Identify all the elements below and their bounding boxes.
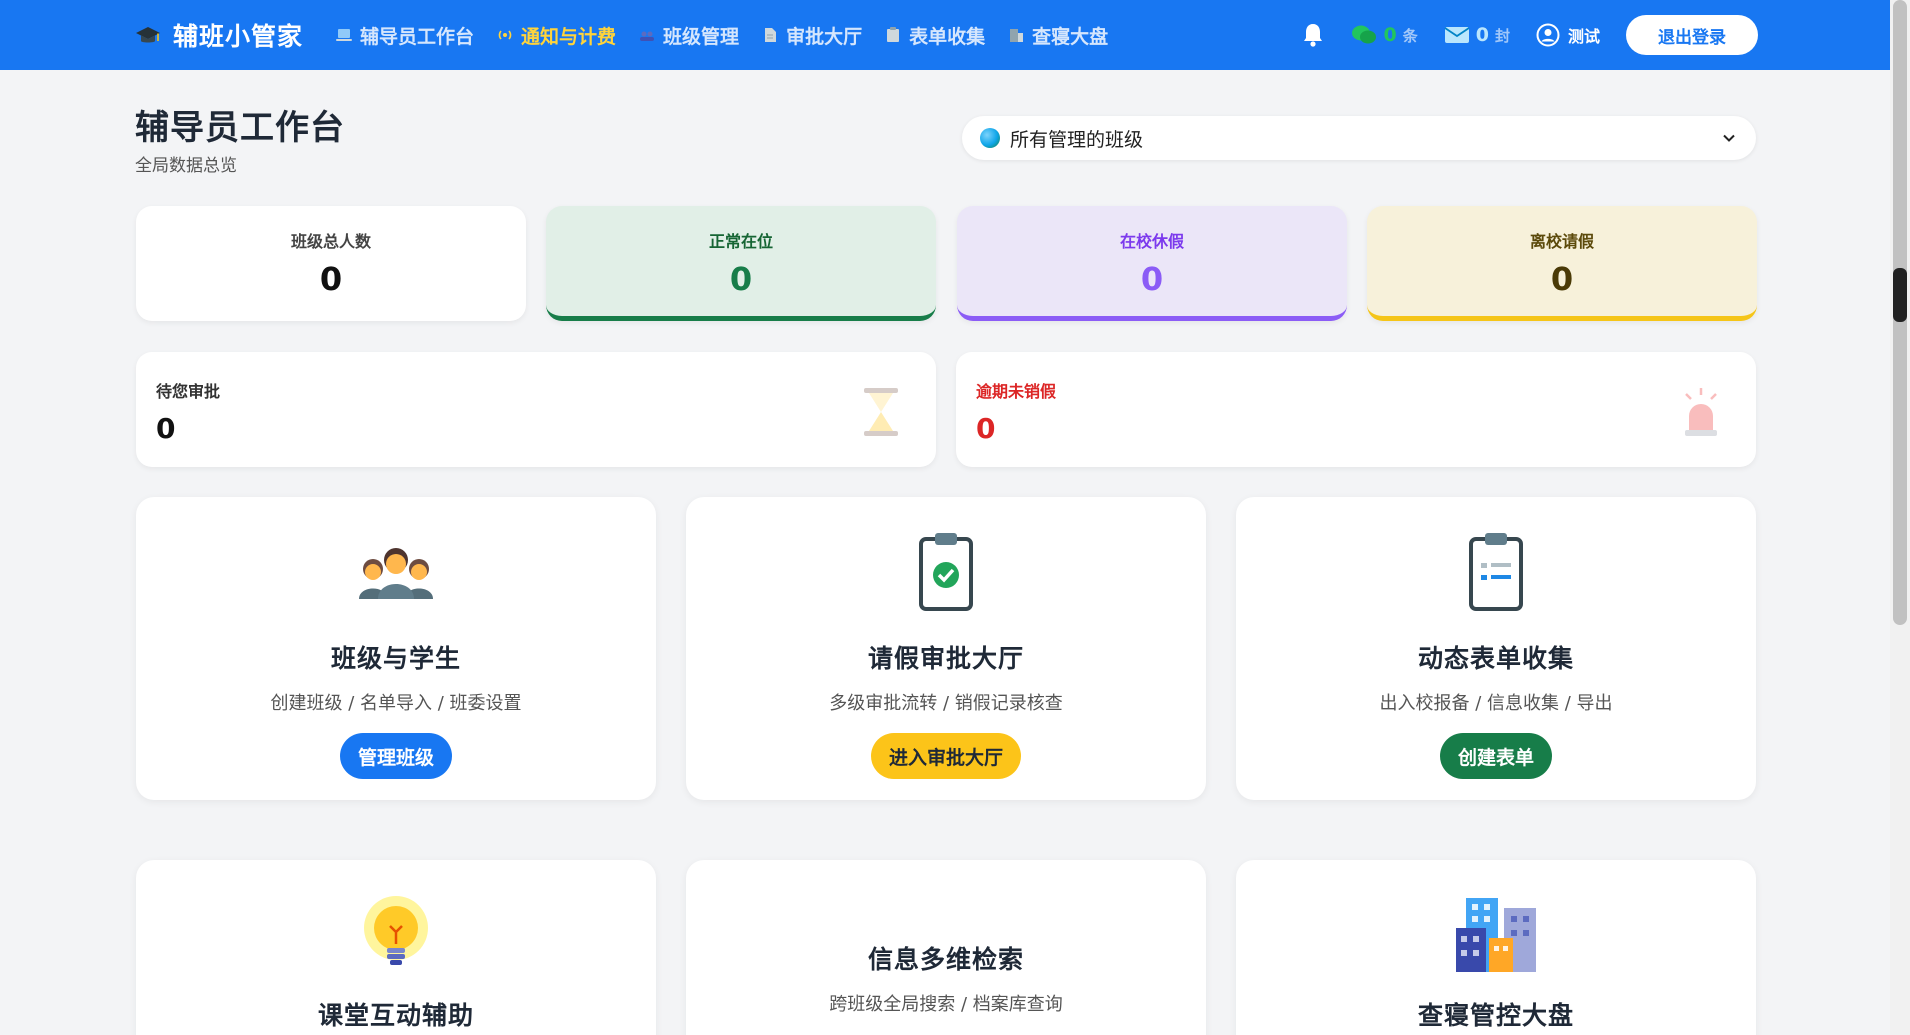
brand-name: 辅班小管家 <box>173 22 304 51</box>
overdue-leave-card[interactable]: 逾期未销假 0 <box>956 352 1756 467</box>
lightbulb-icon <box>364 896 428 965</box>
chevron-down-icon <box>1723 134 1735 142</box>
create-form-button[interactable]: 创建表单 <box>1439 733 1552 779</box>
module-classroom-interaction: 课堂互动辅助 <box>136 860 656 1035</box>
people-icon <box>640 31 655 41</box>
laptop-icon <box>336 29 353 41</box>
user-name: 测试 <box>1567 27 1600 46</box>
stat-card-school-leave: 在校休假 0 <box>957 206 1347 321</box>
mail-counter[interactable]: 0 封 <box>1444 24 1510 46</box>
mail-icon <box>1444 27 1470 43</box>
clipboard-check-icon <box>919 533 973 611</box>
nav-right: 0 条 0 封 测试 退出登录 <box>1301 0 1758 70</box>
hourglass-icon <box>864 388 898 436</box>
module-approval-hall: 请假审批大厅 多级审批流转 / 销假记录核查 进入审批大厅 <box>686 497 1206 800</box>
class-select-value: 所有管理的班级 <box>1010 128 1144 151</box>
nav-class-manage-label: 班级管理 <box>663 25 740 48</box>
module-desc: 创建班级 / 名单导入 / 班委设置 <box>270 693 522 714</box>
stat-card-away-leave: 离校请假 0 <box>1367 206 1757 321</box>
broadcast-icon <box>498 30 512 40</box>
stat-total-label: 班级总人数 <box>290 232 371 251</box>
building-icon <box>1010 29 1024 42</box>
nav-links: 辅导员工作台 通知与计费 班级管理 审批大厅 表单收集 查寝大盘 <box>335 22 1108 49</box>
stat-total-value: 0 <box>319 260 343 298</box>
stat-present-label: 正常在位 <box>708 232 773 251</box>
module-desc: 多级审批流转 / 销假记录核查 <box>829 693 1063 714</box>
wechat-count: 0 <box>1383 24 1397 46</box>
manage-class-button[interactable]: 管理班级 <box>339 733 452 779</box>
overdue-leave-value: 0 <box>976 412 996 445</box>
page-scrollbar[interactable] <box>1890 0 1910 1035</box>
brand[interactable]: 辅班小管家 <box>135 17 303 53</box>
nav-class-manage[interactable]: 班级管理 <box>638 22 739 49</box>
module-title: 查寝管控大盘 <box>1417 1001 1574 1030</box>
module-title: 请假审批大厅 <box>867 644 1024 673</box>
mail-count: 0 <box>1475 24 1489 46</box>
stat-card-total: 班级总人数 0 <box>136 206 526 321</box>
globe-icon <box>980 128 1000 148</box>
enter-approval-hall-button[interactable]: 进入审批大厅 <box>870 733 1021 779</box>
module-title: 课堂互动辅助 <box>317 1001 474 1030</box>
clipboard-icon <box>887 27 900 42</box>
wechat-unit: 条 <box>1402 26 1418 45</box>
top-navbar: 辅班小管家 辅导员工作台 通知与计费 班级管理 审批大厅 表单收集 查寝大盘 0… <box>0 0 1890 70</box>
pending-approval-label: 待您审批 <box>156 382 221 401</box>
module-form-collect: 动态表单收集 出入校报备 / 信息收集 / 导出 创建表单 <box>1236 497 1756 800</box>
people-group-icon <box>359 548 433 599</box>
nav-approval-hall-label: 审批大厅 <box>786 25 863 48</box>
nav-workbench[interactable]: 辅导员工作台 <box>335 22 474 49</box>
module-title: 班级与学生 <box>330 644 461 673</box>
nav-approval-hall[interactable]: 审批大厅 <box>761 22 862 49</box>
module-desc: 跨班级全局搜索 / 档案库查询 <box>829 994 1063 1015</box>
module-class-students: 班级与学生 创建班级 / 名单导入 / 班委设置 管理班级 <box>136 497 656 800</box>
logout-button[interactable]: 退出登录 <box>1626 15 1758 55</box>
wechat-counter[interactable]: 0 条 <box>1351 24 1418 46</box>
stat-present-value: 0 <box>729 260 753 298</box>
scrollbar-marker <box>1893 268 1907 322</box>
module-desc: 出入校报备 / 信息收集 / 导出 <box>1379 693 1613 714</box>
stat-school-leave-label: 在校休假 <box>1119 232 1184 251</box>
siren-icon <box>1685 388 1717 436</box>
graduation-cap-icon <box>136 27 160 43</box>
stat-card-present: 正常在位 0 <box>546 206 936 321</box>
stat-away-leave-label: 离校请假 <box>1529 232 1594 251</box>
module-info-search: 信息多维检索 跨班级全局搜索 / 档案库查询 <box>686 860 1206 1035</box>
module-title: 动态表单收集 <box>1417 644 1574 673</box>
pending-approval-card[interactable]: 待您审批 0 <box>136 352 936 467</box>
module-dorm-check: 查寝管控大盘 <box>1236 860 1756 1035</box>
page-title: 辅导员工作台 <box>135 108 345 148</box>
pending-approval-value: 0 <box>156 412 176 445</box>
nav-form-collect-label: 表单收集 <box>909 25 986 48</box>
document-icon <box>765 28 777 42</box>
nav-notify-billing[interactable]: 通知与计费 <box>496 22 616 49</box>
stat-school-leave-value: 0 <box>1140 260 1164 298</box>
nav-form-collect[interactable]: 表单收集 <box>884 22 985 49</box>
nav-notify-billing-label: 通知与计费 <box>521 25 617 48</box>
nav-dorm-check-label: 查寝大盘 <box>1032 25 1109 48</box>
mail-unit: 封 <box>1494 26 1510 45</box>
wechat-icon <box>1352 25 1377 44</box>
stat-away-leave-value: 0 <box>1550 260 1574 298</box>
module-title: 信息多维检索 <box>867 945 1024 974</box>
clipboard-list-icon <box>1469 533 1523 611</box>
class-select-dropdown[interactable]: 所有管理的班级 <box>962 116 1756 160</box>
bell-icon[interactable] <box>1301 22 1325 48</box>
buildings-icon <box>1456 898 1536 972</box>
overdue-leave-label: 逾期未销假 <box>976 382 1057 401</box>
user-menu[interactable]: 测试 <box>1536 23 1600 47</box>
nav-workbench-label: 辅导员工作台 <box>360 25 475 48</box>
page-subtitle: 全局数据总览 <box>135 156 237 176</box>
user-circle-icon <box>1536 23 1560 47</box>
nav-dorm-check[interactable]: 查寝大盘 <box>1007 22 1108 49</box>
